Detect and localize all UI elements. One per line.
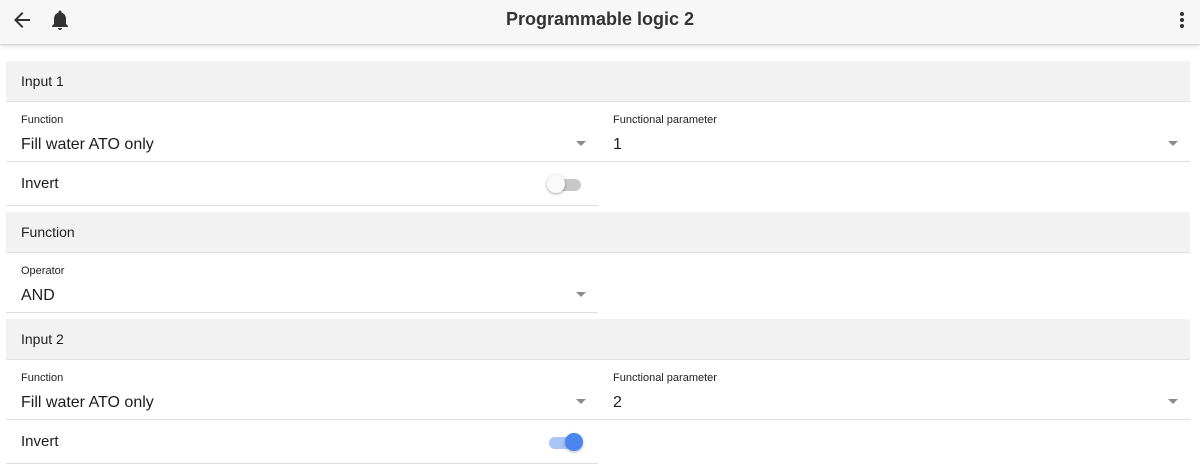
- field-value: Fill water ATO only: [21, 136, 154, 153]
- dropdown-caret-icon: [1168, 141, 1178, 146]
- input1-invert-row: Invert: [6, 162, 598, 206]
- input2-functional-parameter-dropdown[interactable]: Functional parameter 2: [598, 360, 1190, 420]
- field-value: Fill water ATO only: [21, 394, 154, 411]
- field-label: Operator: [21, 265, 65, 277]
- app-bar: Programmable logic 2: [0, 0, 1200, 45]
- input1-function-dropdown[interactable]: Function Fill water ATO only: [6, 102, 598, 162]
- toggle-thumb: [565, 433, 583, 451]
- field-value: 1: [613, 136, 622, 153]
- invert-label: Invert: [21, 433, 59, 450]
- input1-invert-toggle[interactable]: [547, 175, 583, 193]
- field-label: Functional parameter: [613, 114, 717, 126]
- dropdown-caret-icon: [1168, 399, 1178, 404]
- input2-invert-row: Invert: [6, 420, 598, 464]
- field-label: Function: [21, 114, 64, 126]
- field-label: Functional parameter: [613, 372, 717, 384]
- operator-dropdown[interactable]: Operator AND: [6, 253, 598, 313]
- section-title: Input 1: [21, 73, 64, 89]
- dropdown-caret-icon: [576, 399, 586, 404]
- input2-function-dropdown[interactable]: Function Fill water ATO only: [6, 360, 598, 420]
- invert-label: Invert: [21, 175, 59, 192]
- field-value: 2: [613, 394, 622, 411]
- field-value: AND: [21, 287, 55, 304]
- field-label: Function: [21, 372, 64, 384]
- section-title: Input 2: [21, 331, 64, 347]
- section-header-input-1: Input 1: [6, 61, 1190, 102]
- more-vert-icon[interactable]: [1170, 8, 1194, 32]
- dropdown-caret-icon: [576, 141, 586, 146]
- input2-invert-toggle[interactable]: [547, 433, 583, 451]
- toggle-thumb: [547, 175, 565, 193]
- page-title: Programmable logic 2: [505, 9, 695, 29]
- section-header-input-2: Input 2: [6, 319, 1190, 360]
- dropdown-caret-icon: [576, 292, 586, 297]
- section-title: Function: [21, 224, 75, 240]
- input1-functional-parameter-dropdown[interactable]: Functional parameter 1: [598, 102, 1190, 162]
- section-header-function: Function: [6, 212, 1190, 253]
